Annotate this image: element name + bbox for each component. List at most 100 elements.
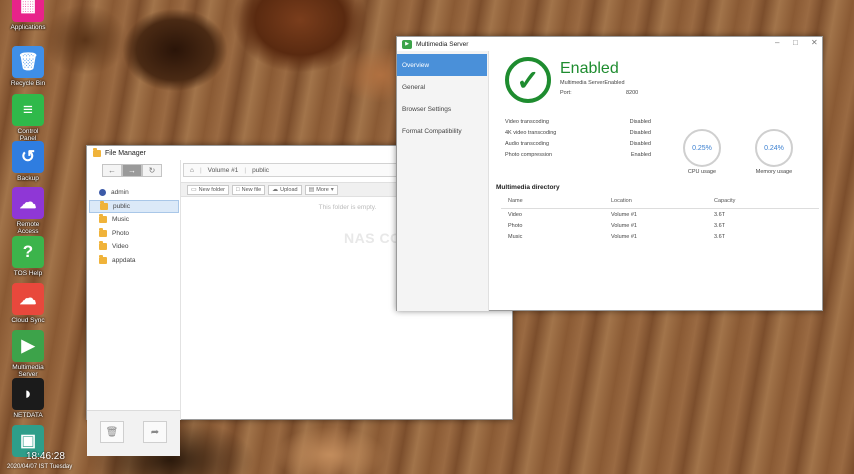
share-button[interactable]: ➦ [143, 421, 167, 443]
column-header-name: Name [508, 198, 523, 204]
sliders-icon: ≡ [12, 94, 44, 126]
setting-value: Enabled [630, 152, 651, 158]
netdata-icon: ◗ [12, 378, 44, 410]
table-row[interactable]: Video Volume #1 3.6T [501, 212, 819, 223]
setting-label: Audio transcoding [505, 141, 550, 147]
folder-icon [99, 227, 107, 237]
desktop-icon-cloud-sync[interactable]: ☁ Cloud Sync [0, 283, 56, 324]
nav-general[interactable]: General [397, 76, 487, 98]
upload-icon: ☁ [272, 187, 279, 193]
nav-browser-settings[interactable]: Browser Settings [397, 98, 487, 120]
cloud-sync-icon: ☁ [12, 283, 44, 315]
desktop-icon-netdata[interactable]: ◗ NETDATA [0, 378, 56, 419]
memory-usage-label: Memory usage [755, 169, 793, 175]
setting-row: Video transcoding Disabled [505, 119, 651, 130]
close-icon[interactable]: ✕ [811, 38, 818, 47]
cpu-usage-label: CPU usage [687, 169, 717, 175]
maximize-icon[interactable]: □ [793, 38, 798, 47]
desktop-icon-tos-help[interactable]: ? TOS Help [0, 236, 56, 277]
trash-icon: 🗑 [105, 426, 119, 438]
recycle-bin-icon: 🗑 [12, 46, 44, 78]
desktop-icon-multimedia-server[interactable]: ▶ Multimedia Server [0, 330, 56, 378]
backup-clock-icon: ↺ [12, 141, 44, 173]
delete-button[interactable]: 🗑 [100, 421, 124, 443]
overview-panel: ✓ Enabled Multimedia ServerEnabled Port:… [489, 51, 823, 311]
clock-time: 18:46:28 [26, 451, 65, 462]
tree-actions: 🗑 ➦ [87, 410, 180, 456]
applications-icon: ▦ [12, 0, 44, 22]
setting-row: 4K video transcoding Disabled [505, 130, 651, 141]
tree-item-photo[interactable]: Photo [89, 227, 179, 241]
directory-table-header: Name Location Capacity [501, 198, 819, 209]
tree-item-public[interactable]: public [89, 199, 179, 213]
settings-sidebar: Overview General Browser Settings Format… [397, 51, 489, 311]
cpu-usage-gauge: 0.25% [683, 129, 721, 167]
desktop-icon-applications[interactable]: ▦ Applications [0, 0, 56, 31]
new-file-icon: □ [235, 186, 240, 193]
play-icon: ▶ [12, 330, 44, 362]
column-header-capacity: Capacity [714, 198, 736, 204]
chevron-down-icon: ▾ [330, 187, 334, 193]
setting-label: Video transcoding [505, 119, 549, 125]
play-icon: ▶ [402, 39, 412, 49]
tree-item-music[interactable]: Music [89, 213, 179, 227]
forward-button[interactable]: → [122, 164, 142, 177]
new-file-button[interactable]: □ New file [231, 184, 266, 195]
setting-row: Audio transcoding Disabled [505, 141, 651, 152]
file-manager-titlebar[interactable]: File Manager [93, 148, 146, 157]
port-value: 8200 [626, 90, 639, 96]
share-icon: ➦ [150, 426, 160, 438]
port-label: Port: [560, 90, 572, 96]
table-row[interactable]: Photo Volume #1 3.6T [501, 223, 819, 234]
help-icon: ? [12, 236, 44, 268]
tree-item-appdata[interactable]: appdata [89, 254, 179, 268]
setting-value: Disabled [629, 141, 651, 147]
path-separator: | [244, 166, 247, 174]
more-icon: ▤ [308, 187, 315, 193]
column-header-location: Location [611, 198, 632, 204]
checkmark-icon: ✓ [505, 57, 551, 103]
folder-icon [99, 241, 107, 251]
new-folder-icon: ▭ [191, 187, 197, 193]
path-segment-public[interactable]: public [252, 167, 269, 174]
setting-label: Photo compression [505, 152, 553, 158]
home-icon[interactable]: ⌂ [190, 167, 194, 174]
multimedia-server-title: Multimedia Server [416, 40, 469, 48]
remote-cloud-icon: ☁ [12, 187, 44, 219]
upload-button[interactable]: ☁ Upload [268, 184, 302, 195]
more-button[interactable]: ▤ More ▾ [304, 184, 338, 195]
setting-row: Photo compression Enabled [505, 152, 651, 163]
tree-item-admin[interactable]: admin [89, 186, 179, 200]
multimedia-server-window: ▶ Multimedia Server – □ ✕ Overview Gener… [396, 36, 823, 311]
multimedia-server-titlebar[interactable]: ▶ Multimedia Server [397, 37, 822, 51]
tree-item-video[interactable]: Video [89, 240, 179, 254]
path-segment-volume[interactable]: Volume #1 [208, 167, 239, 174]
refresh-button[interactable]: ↻ [142, 164, 162, 177]
memory-usage-gauge: 0.24% [755, 129, 793, 167]
path-separator: | [199, 166, 202, 174]
setting-label: 4K video transcoding [505, 130, 557, 136]
user-icon [99, 189, 106, 197]
minimize-icon[interactable]: – [775, 38, 779, 47]
new-folder-button[interactable]: ▭ New folder [187, 184, 229, 195]
clock-date: 2020/04/07 IST Tuesday [7, 464, 73, 470]
setting-value: Disabled [629, 130, 651, 136]
folder-tree-panel: admin public Music Photo Video appdata 🗑… [87, 182, 180, 456]
folder-tree: admin public Music Photo Video appdata [89, 186, 179, 267]
folder-icon [100, 200, 108, 210]
folder-icon [99, 254, 107, 264]
status-subtitle: Multimedia ServerEnabled [560, 80, 625, 86]
back-button[interactable]: ← [102, 164, 122, 177]
table-row[interactable]: Music Volume #1 3.6T [501, 234, 819, 245]
desktop-icon-backup[interactable]: ↺ Backup [0, 141, 56, 182]
desktop-icon-recycle-bin[interactable]: 🗑 Recycle Bin [0, 46, 56, 87]
directory-title: Multimedia directory [496, 184, 560, 191]
folder-icon [93, 148, 101, 157]
status-title: Enabled [560, 60, 619, 77]
nav-overview[interactable]: Overview [397, 54, 487, 76]
desktop-icon-control-panel[interactable]: ≡ Control Panel [0, 94, 56, 142]
nav-format-compatibility[interactable]: Format Compatibility [397, 120, 487, 142]
desktop-icon-remote-access[interactable]: ☁ Remote Access [0, 187, 56, 235]
file-manager-title: File Manager [105, 150, 146, 157]
setting-value: Disabled [629, 119, 651, 125]
